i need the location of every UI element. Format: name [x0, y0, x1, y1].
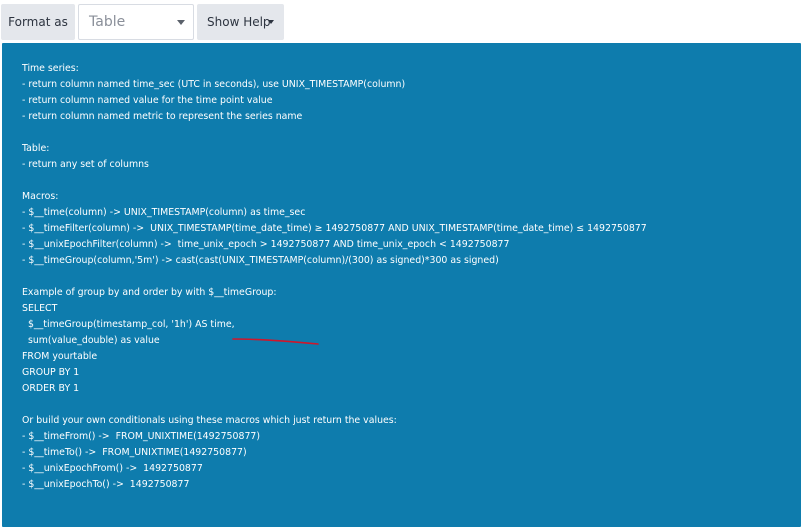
format-select[interactable]: Table — [78, 4, 194, 40]
help-line: FROM yourtable — [22, 351, 98, 362]
help-line: - $__unixEpochFrom() -> 1492750877 — [22, 463, 203, 474]
help-line: GROUP BY 1 — [22, 367, 80, 378]
help-line: sum(value_double) as value — [22, 335, 160, 346]
show-help-label: Show Help — [207, 15, 271, 29]
help-line: Example of group by and order by with $_… — [22, 287, 277, 298]
format-as-label: Format as — [1, 4, 75, 40]
help-line: Macros: — [22, 191, 59, 202]
help-line: ORDER BY 1 — [22, 383, 80, 394]
help-line: Or build your own conditionals using the… — [22, 415, 397, 426]
help-panel: Time series: - return column named time_… — [2, 43, 801, 527]
help-line: Time series: — [22, 63, 79, 74]
chevron-down-icon — [177, 20, 185, 25]
help-line: - return any set of columns — [22, 159, 149, 170]
help-line: - $__unixEpochFilter(column) -> time_uni… — [22, 239, 510, 250]
help-line: Table: — [22, 143, 50, 154]
help-line: - return column named metric to represen… — [22, 111, 303, 122]
help-line: $__timeGroup(timestamp_col, '1h') AS tim… — [22, 319, 235, 330]
help-line: - $__time(column) -> UNIX_TIMESTAMP(colu… — [22, 207, 306, 218]
help-line: - $__timeFrom() -> FROM_UNIXTIME(1492750… — [22, 431, 261, 442]
help-line: - return column named time_sec (UTC in s… — [22, 79, 406, 90]
format-select-value: Table — [89, 14, 126, 30]
help-line: - $__timeFilter(column) -> UNIX_TIMESTAM… — [22, 223, 647, 234]
show-help-button[interactable]: Show Help — [197, 4, 284, 40]
help-line: - $__timeGroup(column,'5m') -> cast(cast… — [22, 255, 499, 266]
query-editor: Format as Table Show Help Time series: -… — [0, 0, 804, 529]
query-toolbar: Format as Table Show Help — [0, 0, 804, 44]
caret-down-icon — [268, 20, 274, 24]
help-line: SELECT — [22, 303, 58, 314]
help-line: - return column named value for the time… — [22, 95, 273, 106]
help-line: - $__timeTo() -> FROM_UNIXTIME(149275087… — [22, 447, 247, 458]
help-line: - $__unixEpochTo() -> 1492750877 — [22, 479, 190, 490]
